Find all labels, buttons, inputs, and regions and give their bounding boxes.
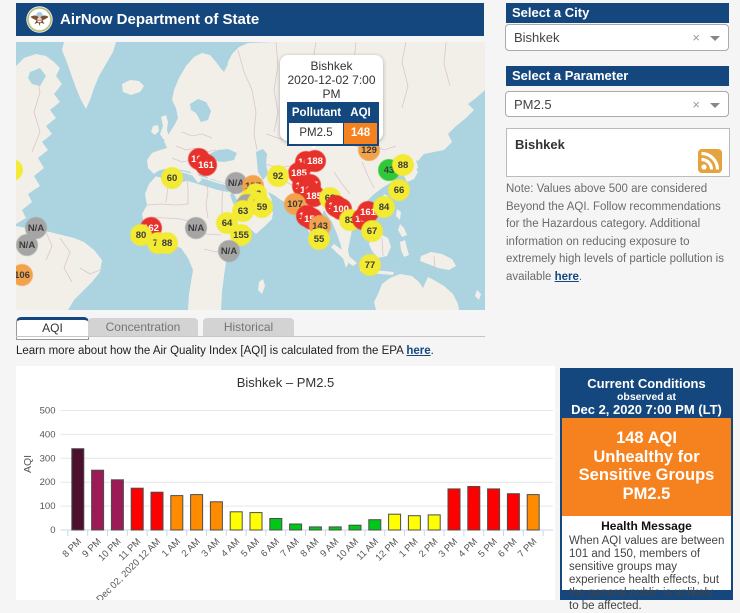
svg-text:64: 64 [222, 218, 233, 229]
svg-text:7 AM: 7 AM [279, 536, 302, 559]
svg-text:129: 129 [361, 145, 377, 156]
svg-text:60: 60 [167, 173, 178, 184]
svg-text:55: 55 [314, 234, 325, 245]
svg-text:4 PM: 4 PM [456, 536, 480, 560]
svg-text:N/A: N/A [221, 246, 238, 257]
svg-text:10 AM: 10 AM [334, 536, 361, 563]
svg-text:63: 63 [238, 206, 249, 217]
svg-text:N/A: N/A [28, 223, 45, 234]
svg-text:8 PM: 8 PM [60, 536, 84, 560]
svg-text:N/A: N/A [19, 240, 36, 251]
svg-text:2 AM: 2 AM [180, 536, 203, 559]
svg-text:300: 300 [40, 453, 56, 464]
svg-text:500: 500 [40, 406, 56, 417]
svg-text:5 PM: 5 PM [476, 536, 500, 560]
svg-text:3 AM: 3 AM [199, 536, 222, 559]
svg-text:N/A: N/A [228, 178, 245, 189]
svg-text:67: 67 [367, 226, 378, 237]
svg-text:66: 66 [394, 185, 405, 196]
svg-text:88: 88 [162, 238, 173, 249]
svg-text:8 AM: 8 AM [298, 536, 321, 559]
svg-text:200: 200 [40, 477, 56, 488]
svg-text:0: 0 [50, 525, 55, 536]
svg-text:188: 188 [307, 156, 323, 167]
svg-text:84: 84 [379, 202, 390, 213]
svg-text:6 AM: 6 AM [259, 536, 282, 559]
svg-text:1 PM: 1 PM [397, 536, 421, 560]
svg-text:161: 161 [198, 160, 215, 171]
svg-text:92: 92 [273, 171, 284, 182]
svg-text:5 AM: 5 AM [239, 536, 262, 559]
svg-text:AQI: AQI [22, 455, 34, 473]
svg-text:88: 88 [398, 160, 409, 171]
svg-text:7 PM: 7 PM [516, 536, 540, 560]
svg-text:59: 59 [257, 202, 268, 213]
svg-text:12 PM: 12 PM [374, 536, 401, 563]
svg-text:1 AM: 1 AM [160, 536, 183, 559]
svg-text:77: 77 [365, 260, 376, 271]
svg-text:6 PM: 6 PM [496, 536, 520, 560]
svg-text:2 PM: 2 PM [417, 536, 441, 560]
svg-text:400: 400 [40, 429, 56, 440]
svg-text:100: 100 [40, 501, 56, 512]
svg-text:80: 80 [136, 230, 147, 241]
svg-text:155: 155 [233, 230, 250, 241]
svg-text:N/A: N/A [188, 223, 205, 234]
svg-text:4 AM: 4 AM [219, 536, 242, 559]
svg-text:106: 106 [16, 270, 30, 281]
svg-text:3 PM: 3 PM [437, 536, 461, 560]
